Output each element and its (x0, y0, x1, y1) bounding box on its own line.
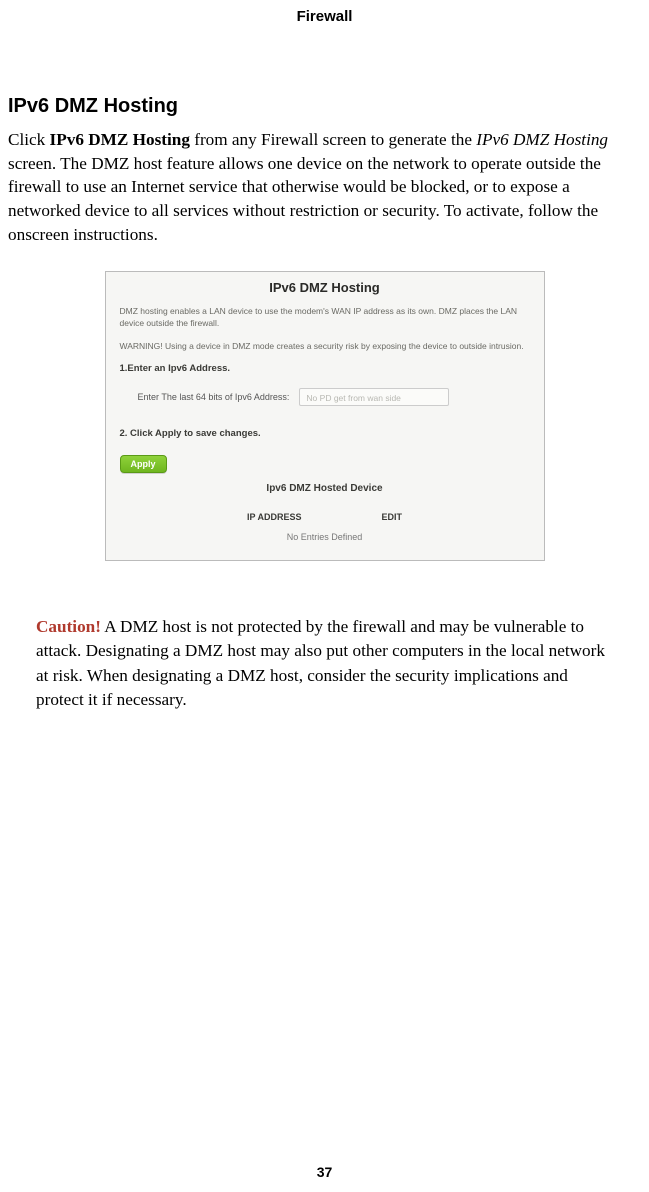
panel-desc-1: DMZ hosting enables a LAN device to use … (120, 305, 530, 331)
col-edit: EDIT (382, 512, 403, 522)
page-content: IPv6 DMZ Hosting Click IPv6 DMZ Hosting … (0, 25, 649, 713)
apply-button[interactable]: Apply (120, 455, 167, 473)
panel-desc-2: WARNING! Using a device in DMZ mode crea… (120, 340, 530, 353)
screenshot-panel: IPv6 DMZ Hosting DMZ hosting enables a L… (105, 271, 545, 561)
para-pre: Click (8, 130, 50, 149)
caution-label: Caution! (36, 617, 101, 636)
panel-step-1: 1.Enter an Ipv6 Address. (120, 363, 530, 374)
intro-paragraph: Click IPv6 DMZ Hosting from any Firewall… (8, 128, 641, 247)
section-heading: IPv6 DMZ Hosting (8, 95, 641, 118)
caution-text: A DMZ host is not protected by the firew… (36, 617, 605, 709)
para-post: screen. The DMZ host feature allows one … (8, 154, 601, 244)
panel-table-header: IP ADDRESS EDIT (120, 512, 530, 522)
ipv6-address-input[interactable]: No PD get from wan side (299, 388, 449, 406)
panel-empty-row: No Entries Defined (120, 532, 530, 542)
para-mid: from any Firewall screen to generate the (190, 130, 476, 149)
ipv6-address-label: Enter The last 64 bits of Ipv6 Address: (138, 392, 290, 402)
page-number: 37 (0, 1164, 649, 1180)
para-ital: IPv6 DMZ Hosting (476, 130, 608, 149)
page-header: Firewall (0, 0, 649, 25)
col-ip-address: IP ADDRESS (247, 512, 302, 522)
para-bold: IPv6 DMZ Hosting (50, 130, 190, 149)
panel-subhead: Ipv6 DMZ Hosted Device (120, 483, 530, 494)
panel-step-2: 2. Click Apply to save changes. (120, 428, 530, 439)
ipv6-address-row: Enter The last 64 bits of Ipv6 Address: … (138, 388, 530, 406)
caution-block: Caution! A DMZ host is not protected by … (36, 615, 613, 713)
panel-title: IPv6 DMZ Hosting (120, 280, 530, 295)
